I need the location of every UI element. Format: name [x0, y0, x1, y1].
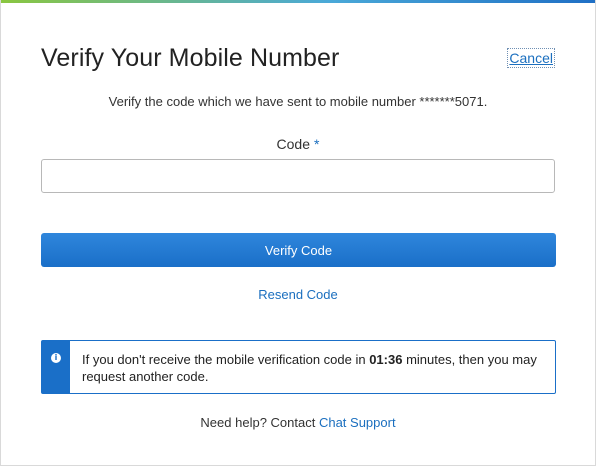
info-text-before: If you don't receive the mobile verifica…	[82, 352, 370, 367]
info-icon: i	[51, 353, 61, 363]
top-accent-bar	[1, 0, 595, 3]
code-field-label: Code *	[1, 136, 595, 152]
verify-mobile-dialog: Verify Your Mobile Number Cancel Verify …	[0, 0, 596, 466]
code-input[interactable]	[41, 159, 555, 193]
info-alert-message: If you don't receive the mobile verifica…	[82, 351, 544, 385]
info-alert-strip: i	[42, 341, 70, 393]
cancel-link[interactable]: Cancel	[507, 48, 555, 68]
help-prefix: Need help? Contact	[200, 415, 319, 430]
code-label-text: Code	[276, 136, 310, 152]
verify-code-button[interactable]: Verify Code	[41, 233, 556, 267]
resend-code-link[interactable]: Resend Code	[1, 287, 595, 302]
help-line: Need help? Contact Chat Support	[1, 415, 595, 430]
countdown-timer: 01:36	[369, 352, 403, 367]
page-title: Verify Your Mobile Number	[41, 44, 340, 72]
required-marker: *	[314, 136, 320, 152]
info-alert: i If you don't receive the mobile verifi…	[41, 340, 556, 394]
verification-instructions: Verify the code which we have sent to mo…	[108, 94, 488, 109]
chat-support-link[interactable]: Chat Support	[319, 415, 396, 430]
